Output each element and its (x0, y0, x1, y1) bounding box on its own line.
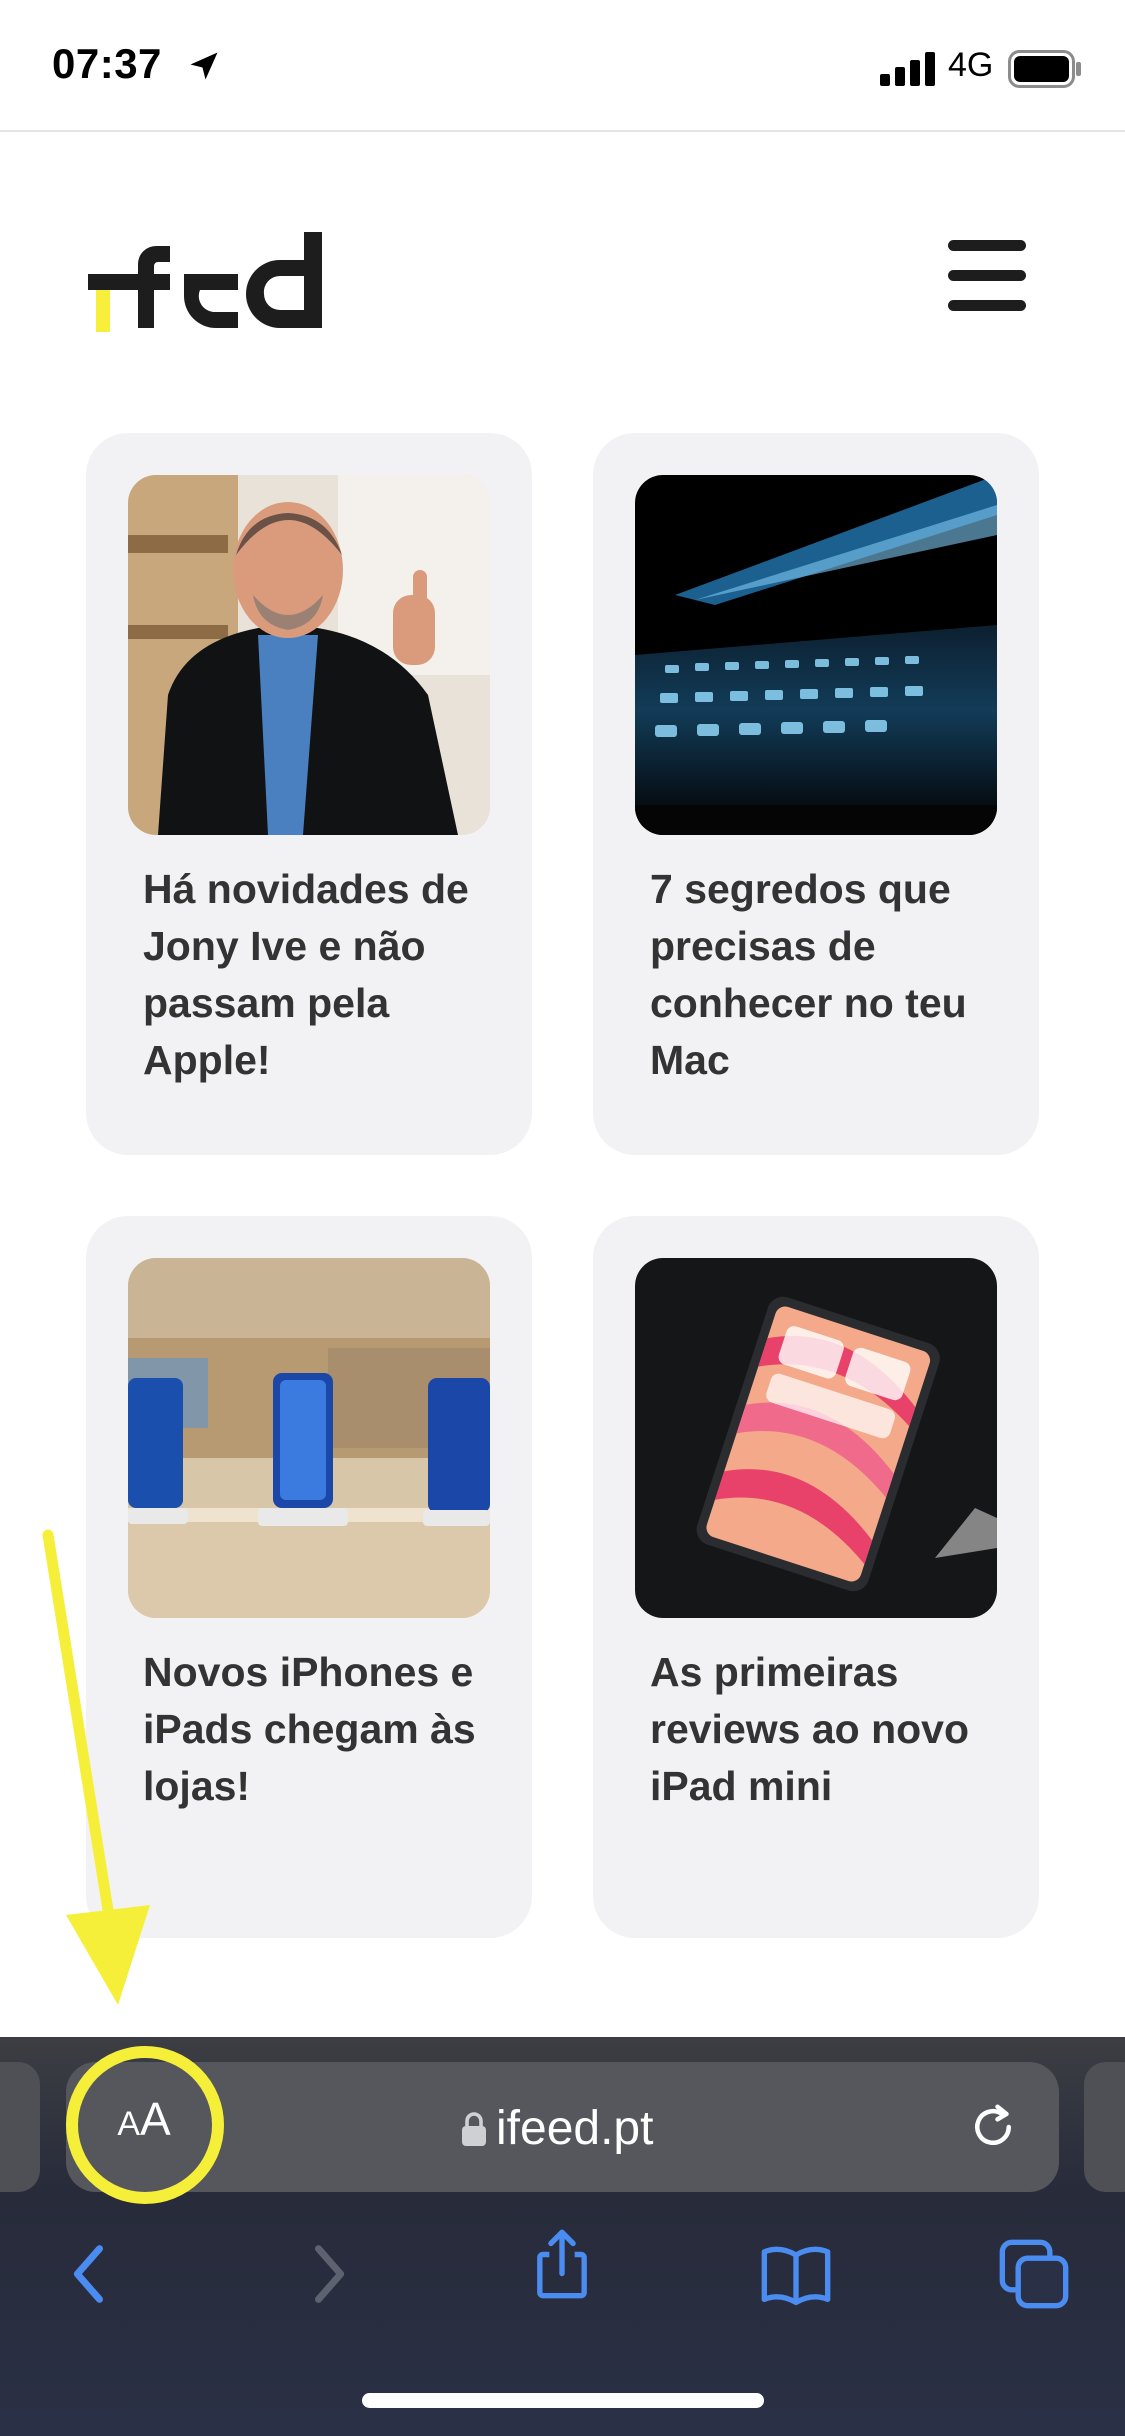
reader-view-button[interactable]: AA (108, 2092, 180, 2162)
back-icon[interactable] (52, 2236, 128, 2312)
article-image-iphones-store (128, 1258, 490, 1618)
share-icon[interactable] (524, 2226, 600, 2302)
battery-icon (1008, 50, 1081, 88)
bookmarks-icon[interactable] (758, 2236, 834, 2312)
article-image-mac-keyboard (635, 475, 997, 835)
status-time: 07:37 (52, 40, 162, 87)
network-type: 4G (948, 46, 994, 84)
status-bar: 07:37 4G (0, 0, 1125, 132)
article-card[interactable]: Novos iPhones e iPads chegam às lojas! (86, 1216, 532, 1938)
ifeed-logo[interactable]: feed (86, 228, 330, 338)
forward-icon[interactable] (290, 2236, 366, 2312)
url-text: ifeed.pt (496, 2101, 654, 2155)
hamburger-menu-icon[interactable] (948, 238, 1026, 314)
next-tab-peek[interactable] (1084, 2062, 1125, 2192)
article-card[interactable]: As primeiras reviews ao novo iPad mini (593, 1216, 1039, 1938)
article-title[interactable]: As primeiras reviews ao novo iPad mini (650, 1644, 1010, 1815)
article-image-jony-ive (128, 475, 490, 835)
home-indicator (362, 2393, 764, 2408)
article-card[interactable]: Há novidades de Jony Ive e não passam pe… (86, 433, 532, 1155)
url-display[interactable]: ifeed.pt (460, 2098, 653, 2158)
lock-icon (462, 2112, 486, 2146)
article-image-ipad-mini (635, 1258, 997, 1618)
reload-icon[interactable] (966, 2100, 1020, 2154)
logo-text: feed (86, 228, 88, 229)
reader-small-a: A (117, 2105, 140, 2143)
location-arrow-icon (190, 52, 218, 80)
reader-big-a: A (140, 2093, 171, 2145)
article-title[interactable]: Novos iPhones e iPads chegam às lojas! (143, 1644, 503, 1815)
tabs-icon[interactable] (996, 2236, 1072, 2312)
article-title[interactable]: 7 segredos que precisas de conhecer no t… (650, 861, 1010, 1089)
previous-tab-peek[interactable] (0, 2062, 40, 2192)
article-card[interactable]: 7 segredos que precisas de conhecer no t… (593, 433, 1039, 1155)
article-title[interactable]: Há novidades de Jony Ive e não passam pe… (143, 861, 503, 1089)
cellular-signal-icon (880, 52, 935, 86)
